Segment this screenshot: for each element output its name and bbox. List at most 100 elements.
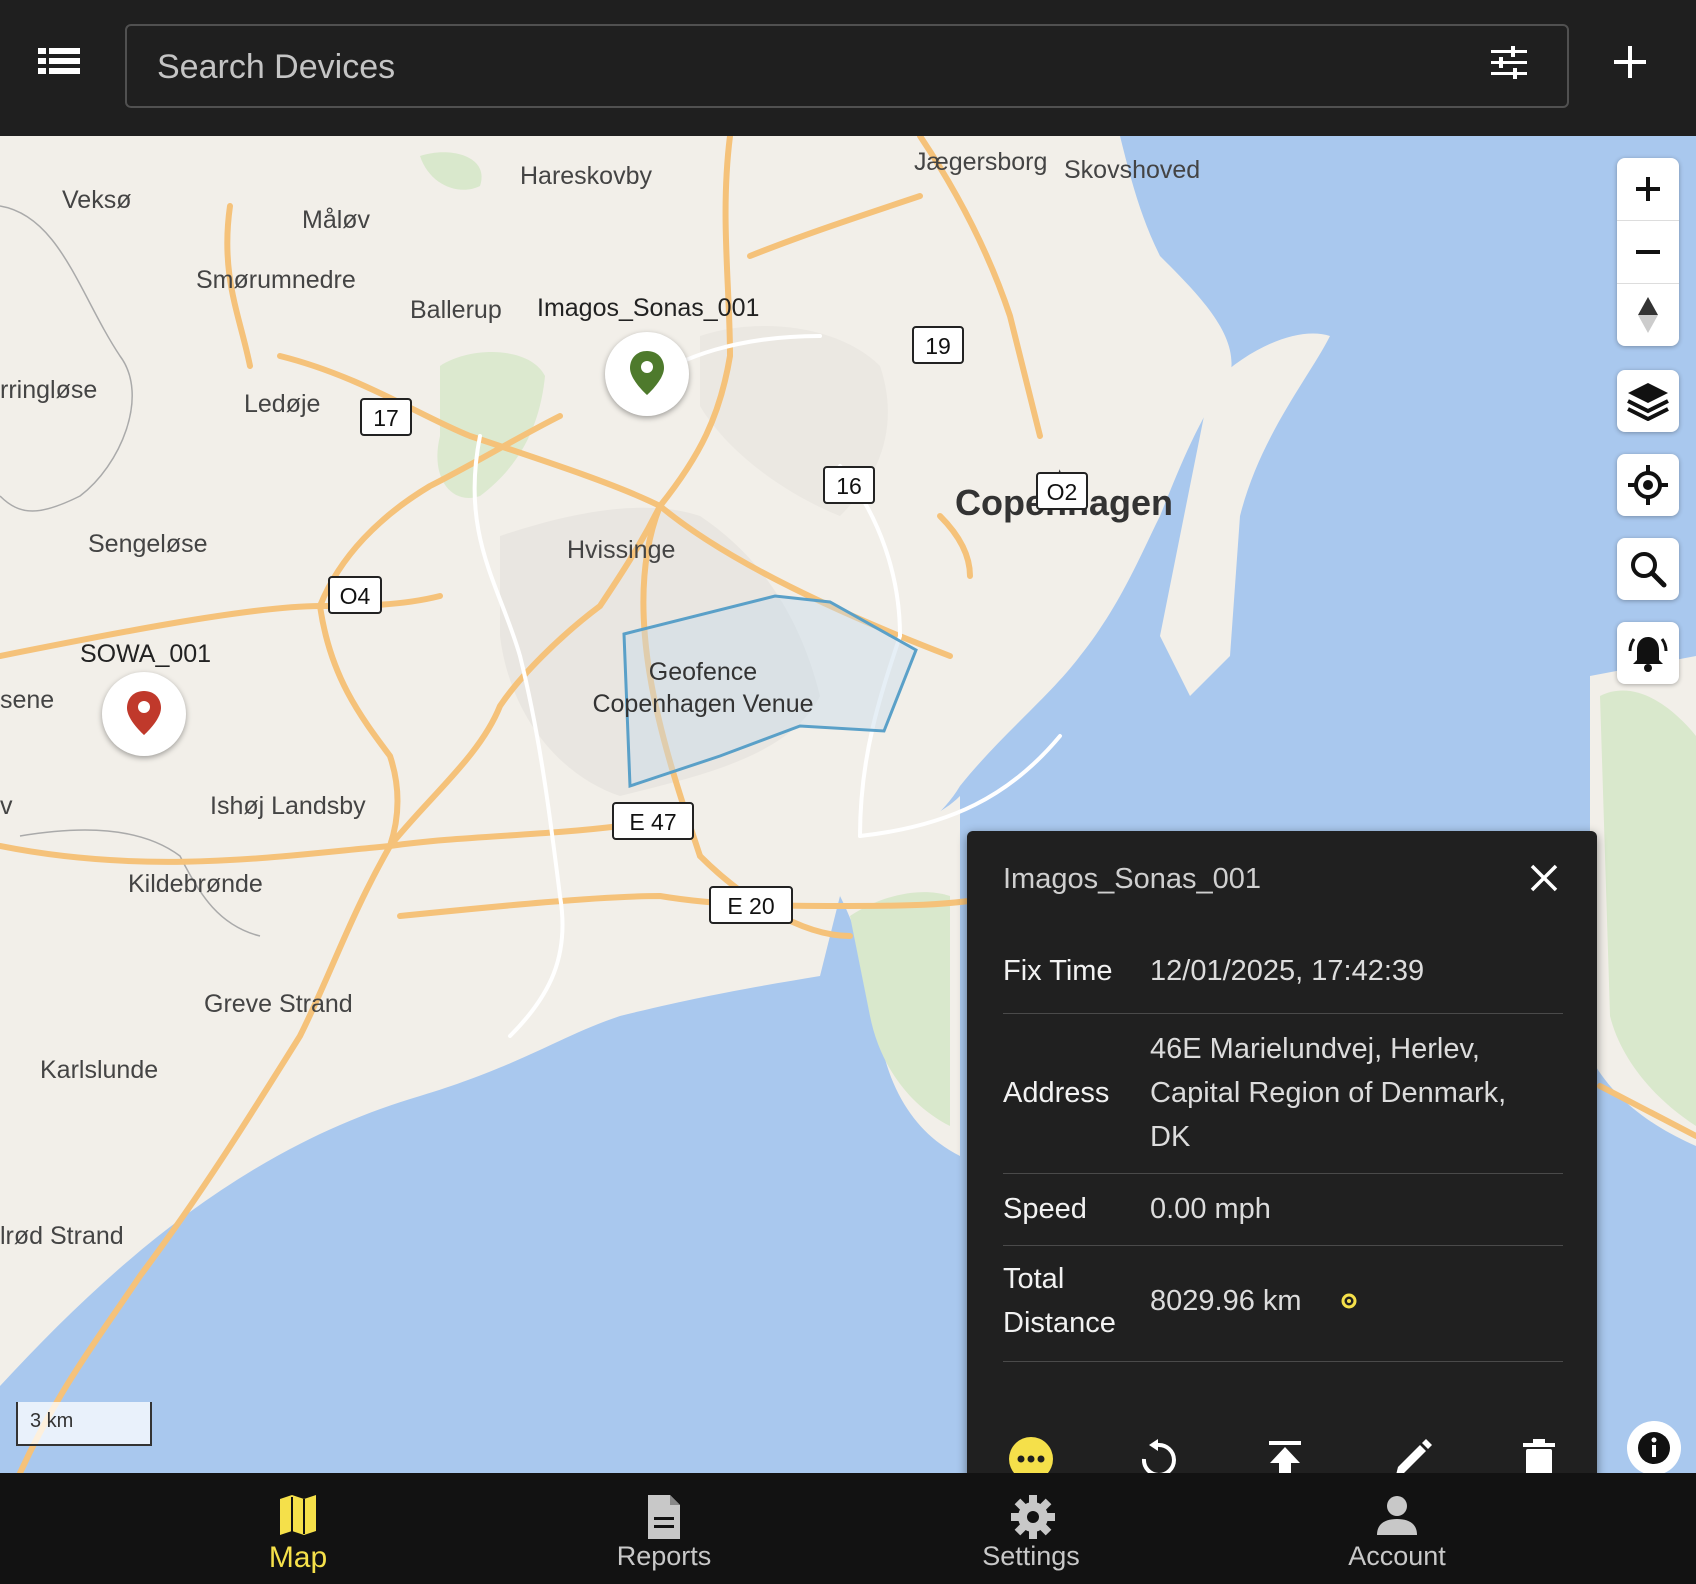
- upload-icon: [1269, 1441, 1301, 1473]
- tune-icon: [1491, 46, 1527, 79]
- nav-settings[interactable]: Settings: [901, 1473, 1161, 1584]
- row-value-line: DK: [1150, 1121, 1191, 1153]
- map-scale: 3 km: [16, 1402, 152, 1446]
- locate-control: [1617, 454, 1679, 516]
- zoom-out-icon: [1636, 250, 1660, 254]
- geofence-label-line2: Copenhagen Venue: [592, 690, 814, 718]
- compass-icon: [1638, 297, 1658, 333]
- row-value-line: Capital Region of Denmark,: [1150, 1077, 1507, 1109]
- layers-icon: [1627, 383, 1669, 421]
- road-shield: 16: [823, 466, 875, 504]
- send-command-button[interactable]: [1257, 1431, 1313, 1473]
- alarm-bell-icon: [1628, 637, 1668, 672]
- attribution-info-button[interactable]: [1627, 1421, 1681, 1473]
- place-label: Jægersborg: [914, 148, 1048, 176]
- bottom-navigation: Map Reports Settings Account: [0, 1473, 1696, 1584]
- road-shield: O4: [328, 576, 382, 614]
- location-pin-icon: [630, 351, 664, 395]
- plus-icon: [1614, 46, 1646, 78]
- nav-label: Reports: [616, 1541, 712, 1571]
- row-value: 8029.96 km: [1150, 1285, 1302, 1317]
- row-label: Fix Time: [1003, 955, 1113, 987]
- close-icon: [1530, 864, 1558, 892]
- row-label-line: Distance: [1003, 1307, 1116, 1339]
- popup-title: Imagos_Sonas_001: [1003, 863, 1261, 895]
- zoom-controls: [1617, 158, 1679, 346]
- row-value: 0.00 mph: [1150, 1193, 1271, 1225]
- filter-button[interactable]: [1491, 46, 1531, 86]
- road-shield: 17: [360, 398, 412, 436]
- place-label: Ishøj Landsby: [210, 792, 366, 820]
- row-value-line: 46E Marielundvej, Herlev,: [1150, 1033, 1480, 1065]
- row-value: 12/01/2025, 17:42:39: [1150, 955, 1425, 987]
- place-label: Ledøje: [244, 390, 321, 418]
- road-shield: E 47: [612, 802, 694, 840]
- layers-button[interactable]: [1617, 370, 1679, 432]
- road-shield: O2: [1036, 472, 1088, 510]
- more-horizontal-icon: [1009, 1437, 1053, 1473]
- close-popup-button[interactable]: [1529, 863, 1561, 895]
- popup-row-total-distance: Total Distance 8029.96 km: [1003, 1247, 1563, 1362]
- my-location-button[interactable]: [1617, 454, 1679, 516]
- place-label: Karlslunde: [40, 1056, 159, 1084]
- edit-device-button[interactable]: [1384, 1431, 1440, 1473]
- odometer-settings-icon[interactable]: [1339, 1291, 1359, 1311]
- place-label: Kildebrønde: [128, 870, 263, 898]
- nav-label: Map: [268, 1541, 328, 1574]
- trash-icon: [1523, 1439, 1555, 1473]
- popup-row-speed: Speed 0.00 mph: [1003, 1175, 1563, 1246]
- device-label: SOWA_001: [80, 640, 212, 668]
- nav-map[interactable]: Map: [168, 1473, 428, 1584]
- device-label: Imagos_Sonas_001: [537, 294, 760, 322]
- popup-actions: [1003, 1431, 1563, 1473]
- search-icon: [1631, 552, 1667, 588]
- geofence-label: Geofence Copenhagen Venue: [588, 656, 818, 720]
- compass-button[interactable]: [1617, 283, 1679, 346]
- search-control: [1617, 538, 1679, 600]
- alarm-control: [1617, 622, 1679, 684]
- row-label: Address: [1003, 1077, 1110, 1109]
- search-box: [125, 24, 1569, 108]
- replay-button[interactable]: [1130, 1431, 1186, 1473]
- zoom-in-button[interactable]: [1617, 158, 1679, 220]
- person-icon: [1377, 1496, 1417, 1535]
- place-label: v: [0, 792, 13, 820]
- layers-control: [1617, 370, 1679, 432]
- map-icon: [280, 1495, 316, 1535]
- map-search-button[interactable]: [1617, 538, 1679, 600]
- row-label-line: Total: [1003, 1263, 1065, 1295]
- search-input[interactable]: [155, 26, 1459, 108]
- delete-device-button[interactable]: [1511, 1431, 1567, 1473]
- popup-row-fix-time: Fix Time 12/01/2025, 17:42:39: [1003, 945, 1563, 1014]
- device-list-button[interactable]: [38, 46, 88, 86]
- place-label: rringløse: [0, 376, 98, 404]
- place-label: lrød Strand: [0, 1222, 124, 1250]
- zoom-in-icon: [1636, 177, 1660, 201]
- popup-row-address: Address 46E Marielundvej, Herlev, Capita…: [1003, 1015, 1563, 1174]
- add-device-button[interactable]: [1612, 44, 1652, 84]
- place-label: Sengeløse: [88, 530, 208, 558]
- more-options-button[interactable]: [1003, 1431, 1059, 1473]
- nav-label: Settings: [982, 1541, 1080, 1571]
- place-label: Skovshoved: [1064, 156, 1201, 184]
- road-shield: E 20: [709, 886, 793, 924]
- geofence-label-line1: Geofence: [648, 658, 758, 686]
- device-marker-sowa-001[interactable]: [102, 672, 186, 756]
- nav-reports[interactable]: Reports: [534, 1473, 794, 1584]
- zoom-out-button[interactable]: [1617, 220, 1679, 283]
- pencil-icon: [1396, 1439, 1432, 1473]
- road-shield: 19: [912, 326, 964, 364]
- place-label: Smørumnedre: [196, 266, 356, 294]
- place-label: sene: [0, 686, 55, 714]
- top-bar: [0, 0, 1696, 136]
- device-marker-imagos-sonas-001[interactable]: [605, 332, 689, 416]
- place-label: Hvissinge: [567, 536, 676, 564]
- document-icon: [648, 1495, 680, 1539]
- alarm-button[interactable]: [1617, 622, 1679, 684]
- place-label: Hareskovby: [520, 162, 652, 190]
- map-view[interactable]: Veksø Måløv Hareskovby Jægersborg Skovsh…: [0, 136, 1696, 1473]
- gear-icon: [1011, 1495, 1055, 1539]
- nav-account[interactable]: Account: [1267, 1473, 1527, 1584]
- replay-icon: [1141, 1439, 1176, 1473]
- place-label: Veksø: [62, 186, 132, 214]
